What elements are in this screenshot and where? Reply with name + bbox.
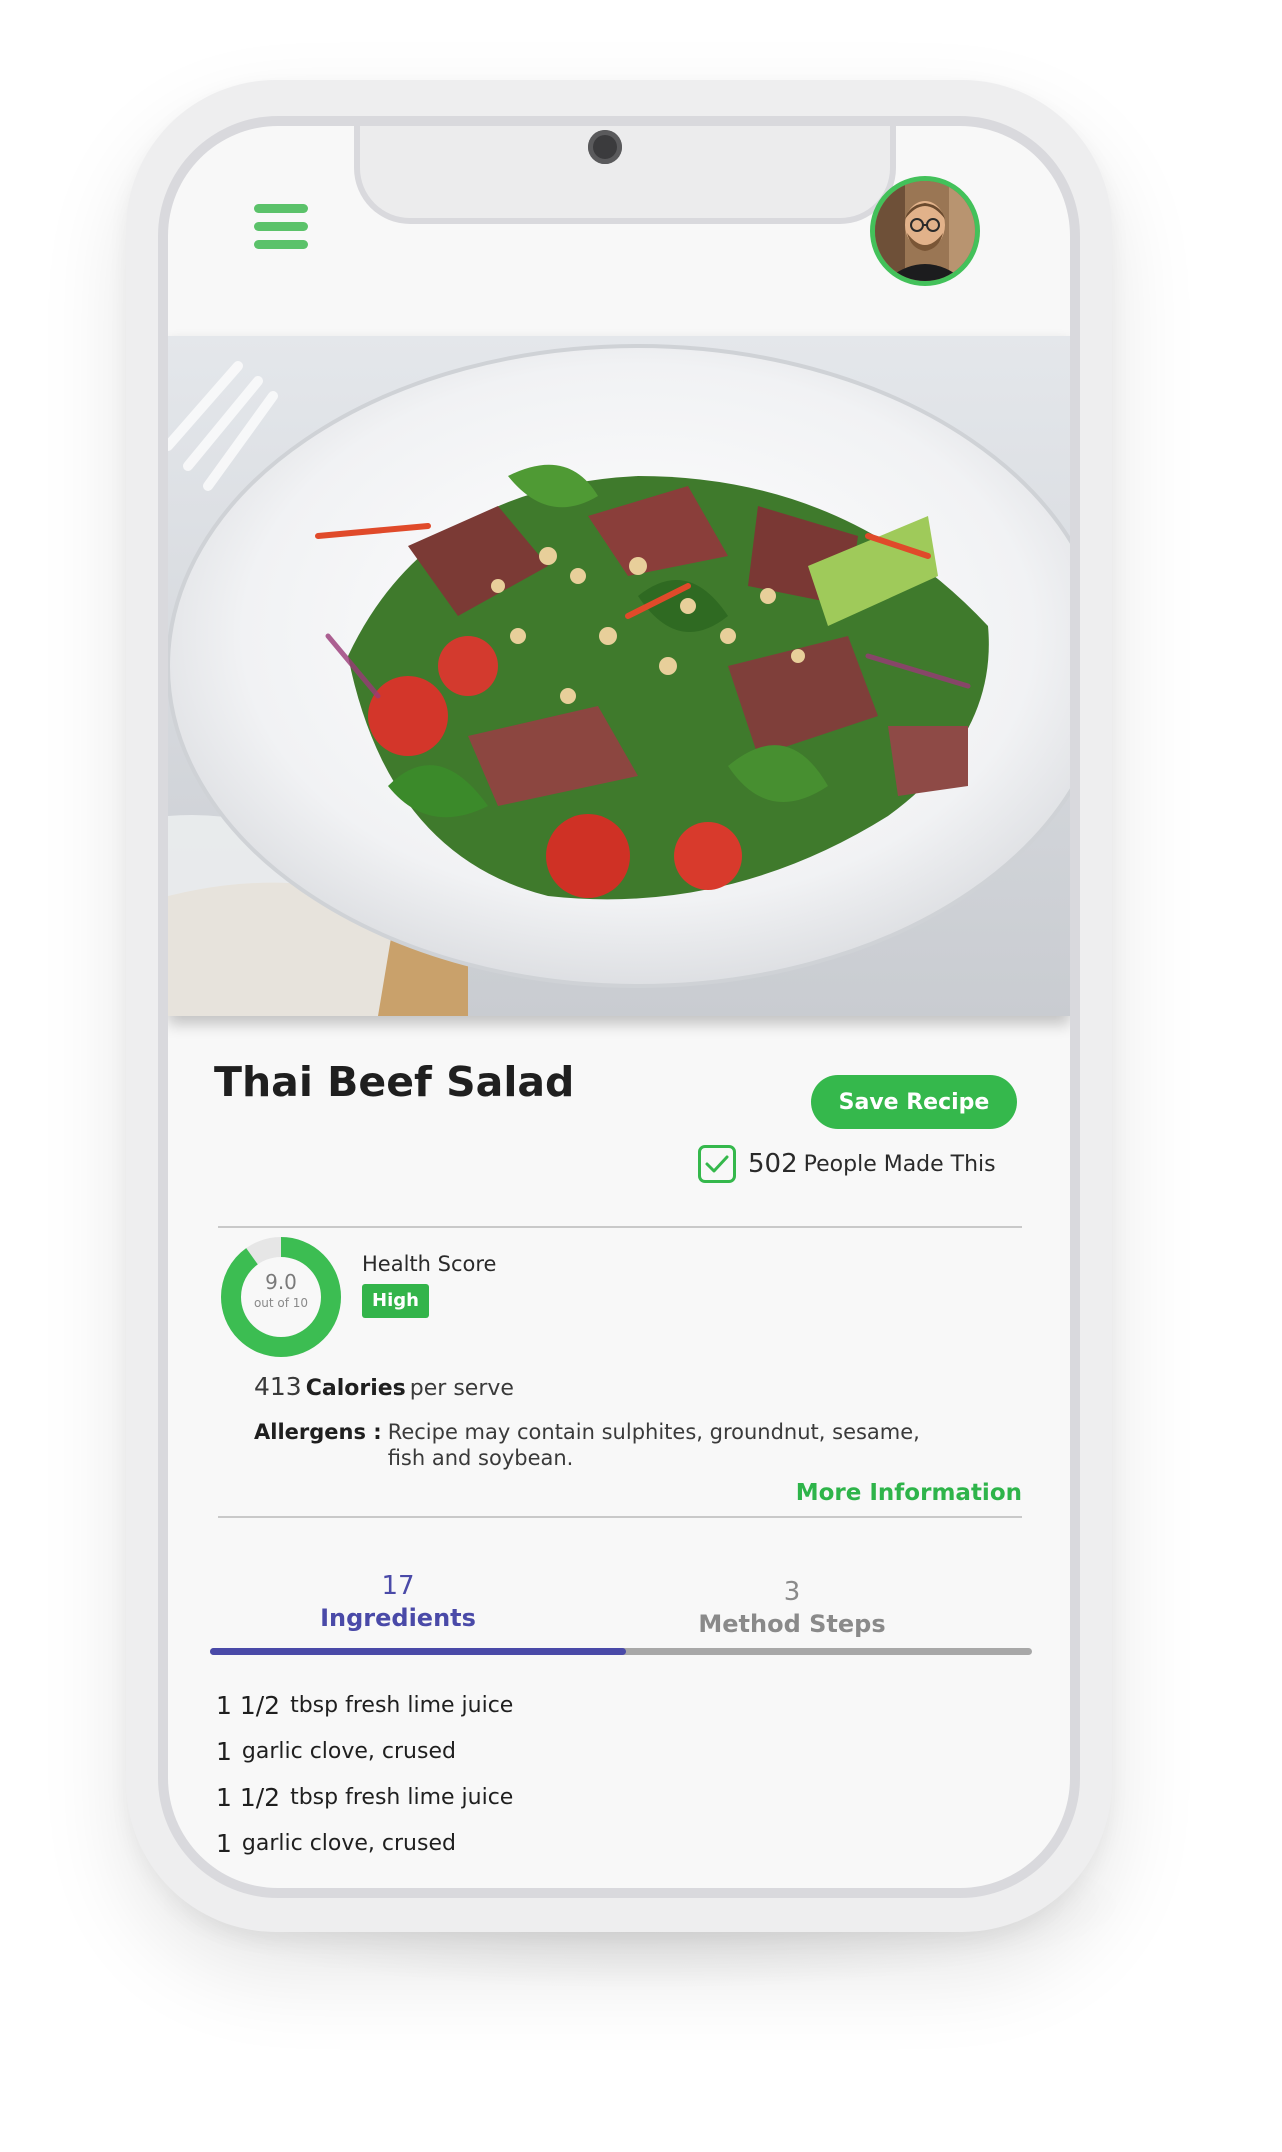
allergens-label: Allergens : (254, 1420, 382, 1444)
tab-count: 17 (381, 1571, 415, 1601)
user-avatar[interactable] (870, 176, 980, 286)
people-made-this: 502 People Made This (698, 1142, 996, 1186)
ingredient-list: 1 1/2 tbsp fresh lime juice 1 garlic clo… (216, 1682, 513, 1866)
avatar-photo (875, 181, 975, 281)
tab-ingredients[interactable]: 17 Ingredients (248, 1570, 548, 1634)
calories-label: Calories (305, 1376, 406, 1401)
tab-method-steps[interactable]: 3 Method Steps (642, 1570, 942, 1640)
hamburger-menu-icon[interactable] (254, 204, 308, 250)
tab-label: Method Steps (698, 1610, 886, 1638)
ingredient-quantity: 1 1/2 (216, 1782, 281, 1812)
save-recipe-button[interactable]: Save Recipe (811, 1075, 1017, 1129)
recipe-title: Thai Beef Salad (214, 1058, 575, 1106)
more-information-link[interactable]: More Information (796, 1480, 1022, 1506)
allergens-text: Recipe may contain sulphites, groundnut,… (387, 1420, 920, 1470)
phone-notch (354, 126, 896, 224)
health-score-gauge: 9.0 out of 10 (218, 1234, 344, 1360)
list-item: 1 garlic clove, crused (216, 1728, 513, 1774)
calories-suffix: per serve (409, 1376, 514, 1401)
calories-value: 413 (254, 1372, 302, 1401)
mockup-stage: Thai Beef Salad Save Recipe 502 People M… (0, 0, 1282, 2152)
divider (218, 1226, 1022, 1228)
ingredient-text: garlic clove, crused (241, 1830, 456, 1856)
made-label: People Made This (803, 1151, 996, 1177)
ingredient-text: tbsp fresh lime juice (290, 1784, 514, 1810)
tab-label: Ingredients (320, 1604, 476, 1632)
tab-indicator-active (210, 1648, 626, 1655)
allergens-row: Allergens : Recipe may contain sulphites… (254, 1420, 928, 1471)
ingredient-text: garlic clove, crused (241, 1738, 456, 1764)
made-count: 502 (748, 1149, 798, 1179)
ingredient-quantity: 1 (216, 1828, 232, 1858)
camera-icon (588, 130, 622, 164)
tab-count: 3 (783, 1577, 801, 1607)
list-item: 1 garlic clove, crused (216, 1820, 513, 1866)
divider (218, 1516, 1022, 1518)
calories-row: 413 Calories per serve (254, 1372, 514, 1401)
list-item: 1 1/2 tbsp fresh lime juice (216, 1682, 513, 1728)
health-score-badge: High (362, 1284, 429, 1318)
ingredient-quantity: 1 (216, 1736, 232, 1766)
health-score-label: Health Score (362, 1252, 497, 1276)
list-item: 1 1/2 tbsp fresh lime juice (216, 1774, 513, 1820)
health-score-value: 9.0 (265, 1270, 297, 1294)
phone-screen: Thai Beef Salad Save Recipe 502 People M… (168, 126, 1070, 1888)
ingredient-quantity: 1 1/2 (216, 1690, 281, 1720)
ingredient-text: tbsp fresh lime juice (290, 1692, 514, 1718)
checkbox-checked-icon[interactable] (698, 1145, 736, 1183)
health-score-scale: out of 10 (253, 1296, 309, 1310)
recipe-hero-image (168, 336, 1070, 1016)
